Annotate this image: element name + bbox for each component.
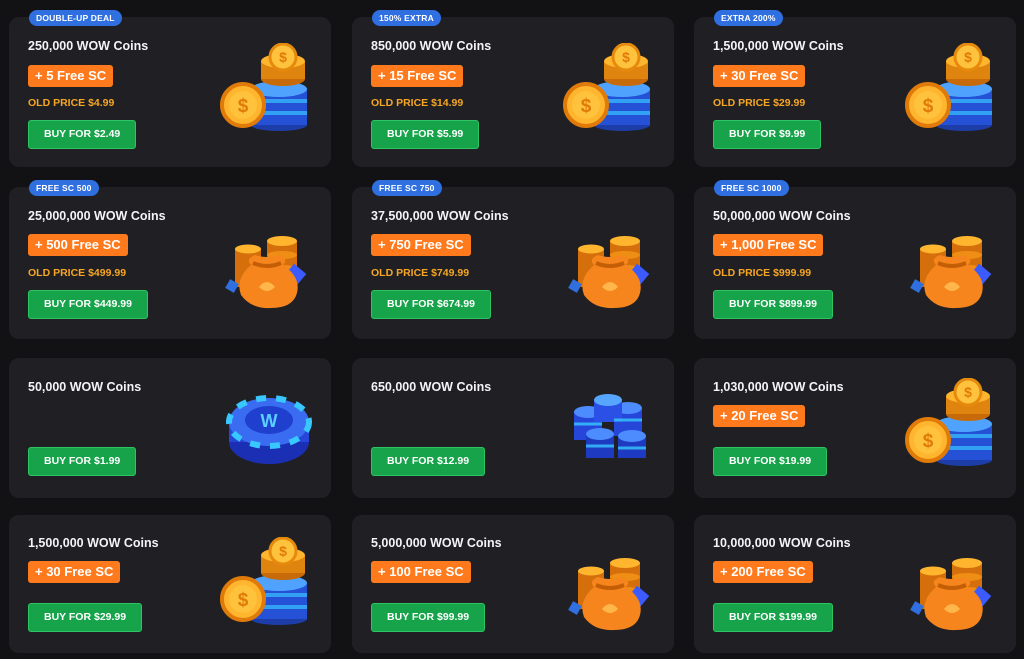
package-card: EXTRA 200% 1,500,000 WOW Coins + 30 Free S… (694, 10, 1016, 167)
free-sc-bonus: + 1,000 Free SC (713, 234, 824, 256)
gold-coin-stack-icon: $ $ (217, 43, 317, 139)
package-card: 150% EXTRA 850,000 WOW Coins + 15 Free SC O… (352, 10, 674, 167)
free-sc-bonus: + 15 Free SC (371, 65, 464, 87)
old-price: OLD PRICE $4.99 (28, 97, 115, 109)
package-card: 5,000,000 WOW Coins + 100 Free SC BUY FOR … (352, 515, 674, 653)
old-price: OLD PRICE $29.99 (713, 97, 806, 109)
buy-button[interactable]: BUY FOR $12.99 (371, 447, 486, 476)
buy-button[interactable]: BUY FOR $674.99 (371, 290, 491, 319)
buy-button[interactable]: BUY FOR $199.99 (713, 603, 833, 632)
package-title: 5,000,000 WOW Coins (371, 536, 502, 550)
package-title: 1,500,000 WOW Coins (713, 39, 844, 53)
blue-chip-stacks-icon (560, 378, 660, 474)
svg-text:$: $ (238, 96, 249, 117)
money-bag-icon (560, 215, 660, 311)
buy-button[interactable]: BUY FOR $899.99 (713, 290, 833, 319)
free-sc-bonus: + 20 Free SC (713, 405, 806, 427)
money-bag-icon (560, 537, 660, 633)
old-price: OLD PRICE $499.99 (28, 267, 127, 279)
svg-text:$: $ (964, 384, 972, 400)
money-bag-icon (902, 537, 1002, 633)
buy-button[interactable]: BUY FOR $99.99 (371, 603, 486, 632)
old-price: OLD PRICE $999.99 (713, 267, 812, 279)
package-card: 50,000 WOW Coins BUY FOR $1.99 W (9, 358, 331, 498)
buy-button[interactable]: BUY FOR $2.49 (28, 120, 137, 149)
package-card: 1,030,000 WOW Coins + 20 Free SC BUY FOR $… (694, 358, 1016, 498)
package-title: 37,500,000 WOW Coins (371, 209, 509, 223)
package-title: 250,000 WOW Coins (28, 39, 149, 53)
svg-text:$: $ (581, 96, 592, 117)
buy-button[interactable]: BUY FOR $449.99 (28, 290, 148, 319)
free-sc-bonus: + 200 Free SC (713, 561, 813, 583)
free-sc-bonus: + 750 Free SC (371, 234, 471, 256)
package-title: 50,000,000 WOW Coins (713, 209, 851, 223)
package-title: 850,000 WOW Coins (371, 39, 492, 53)
free-sc-bonus: + 5 Free SC (28, 65, 114, 87)
buy-button[interactable]: BUY FOR $29.99 (28, 603, 143, 632)
package-card: 10,000,000 WOW Coins + 200 Free SC BUY FOR… (694, 515, 1016, 653)
package-title: 10,000,000 WOW Coins (713, 536, 851, 550)
package-card: FREE SC 750 37,500,000 WOW Coins + 750 Fre… (352, 180, 674, 339)
package-title: 650,000 WOW Coins (371, 380, 492, 394)
gold-coin-stack-icon: $ $ (902, 43, 1002, 139)
deal-badge: FREE SC 500 (29, 180, 99, 196)
svg-text:$: $ (279, 543, 287, 559)
gold-coin-stack-icon: $ $ (560, 43, 660, 139)
old-price: OLD PRICE $749.99 (371, 267, 470, 279)
buy-button[interactable]: BUY FOR $5.99 (371, 120, 480, 149)
package-title: 50,000 WOW Coins (28, 380, 142, 394)
package-title: 25,000,000 WOW Coins (28, 209, 166, 223)
svg-text:$: $ (964, 49, 972, 65)
buy-button[interactable]: BUY FOR $1.99 (28, 447, 137, 476)
deal-badge: DOUBLE-UP DEAL (29, 10, 122, 26)
svg-text:$: $ (238, 590, 249, 611)
gold-coin-stack-icon: $ $ (902, 378, 1002, 474)
package-title: 1,500,000 WOW Coins (28, 536, 159, 550)
deal-badge: FREE SC 1000 (714, 180, 789, 196)
svg-text:$: $ (923, 431, 934, 452)
package-title: 1,030,000 WOW Coins (713, 380, 844, 394)
gold-coin-stack-icon: $ $ (217, 537, 317, 633)
svg-text:W: W (261, 411, 278, 431)
package-card: FREE SC 500 25,000,000 WOW Coins + 500 Fre… (9, 180, 331, 339)
free-sc-bonus: + 500 Free SC (28, 234, 128, 256)
buy-button[interactable]: BUY FOR $19.99 (713, 447, 828, 476)
package-card: 650,000 WOW Coins BUY FOR $12.99 (352, 358, 674, 498)
svg-text:$: $ (923, 96, 934, 117)
old-price: OLD PRICE $14.99 (371, 97, 464, 109)
money-bag-icon (217, 215, 317, 311)
package-card: DOUBLE-UP DEAL 250,000 WOW Coins + 5 Free … (9, 10, 331, 167)
package-card: FREE SC 1000 50,000,000 WOW Coins + 1,000 … (694, 180, 1016, 339)
wow-chip-icon: W (217, 378, 317, 474)
free-sc-bonus: + 30 Free SC (713, 65, 806, 87)
deal-badge: FREE SC 750 (372, 180, 442, 196)
free-sc-bonus: + 30 Free SC (28, 561, 121, 583)
money-bag-icon (902, 215, 1002, 311)
free-sc-bonus: + 100 Free SC (371, 561, 471, 583)
deal-badge: 150% EXTRA (372, 10, 441, 26)
svg-text:$: $ (622, 49, 630, 65)
buy-button[interactable]: BUY FOR $9.99 (713, 120, 822, 149)
package-card: 1,500,000 WOW Coins + 30 Free SC BUY FOR $… (9, 515, 331, 653)
deal-badge: EXTRA 200% (714, 10, 783, 26)
svg-text:$: $ (279, 49, 287, 65)
